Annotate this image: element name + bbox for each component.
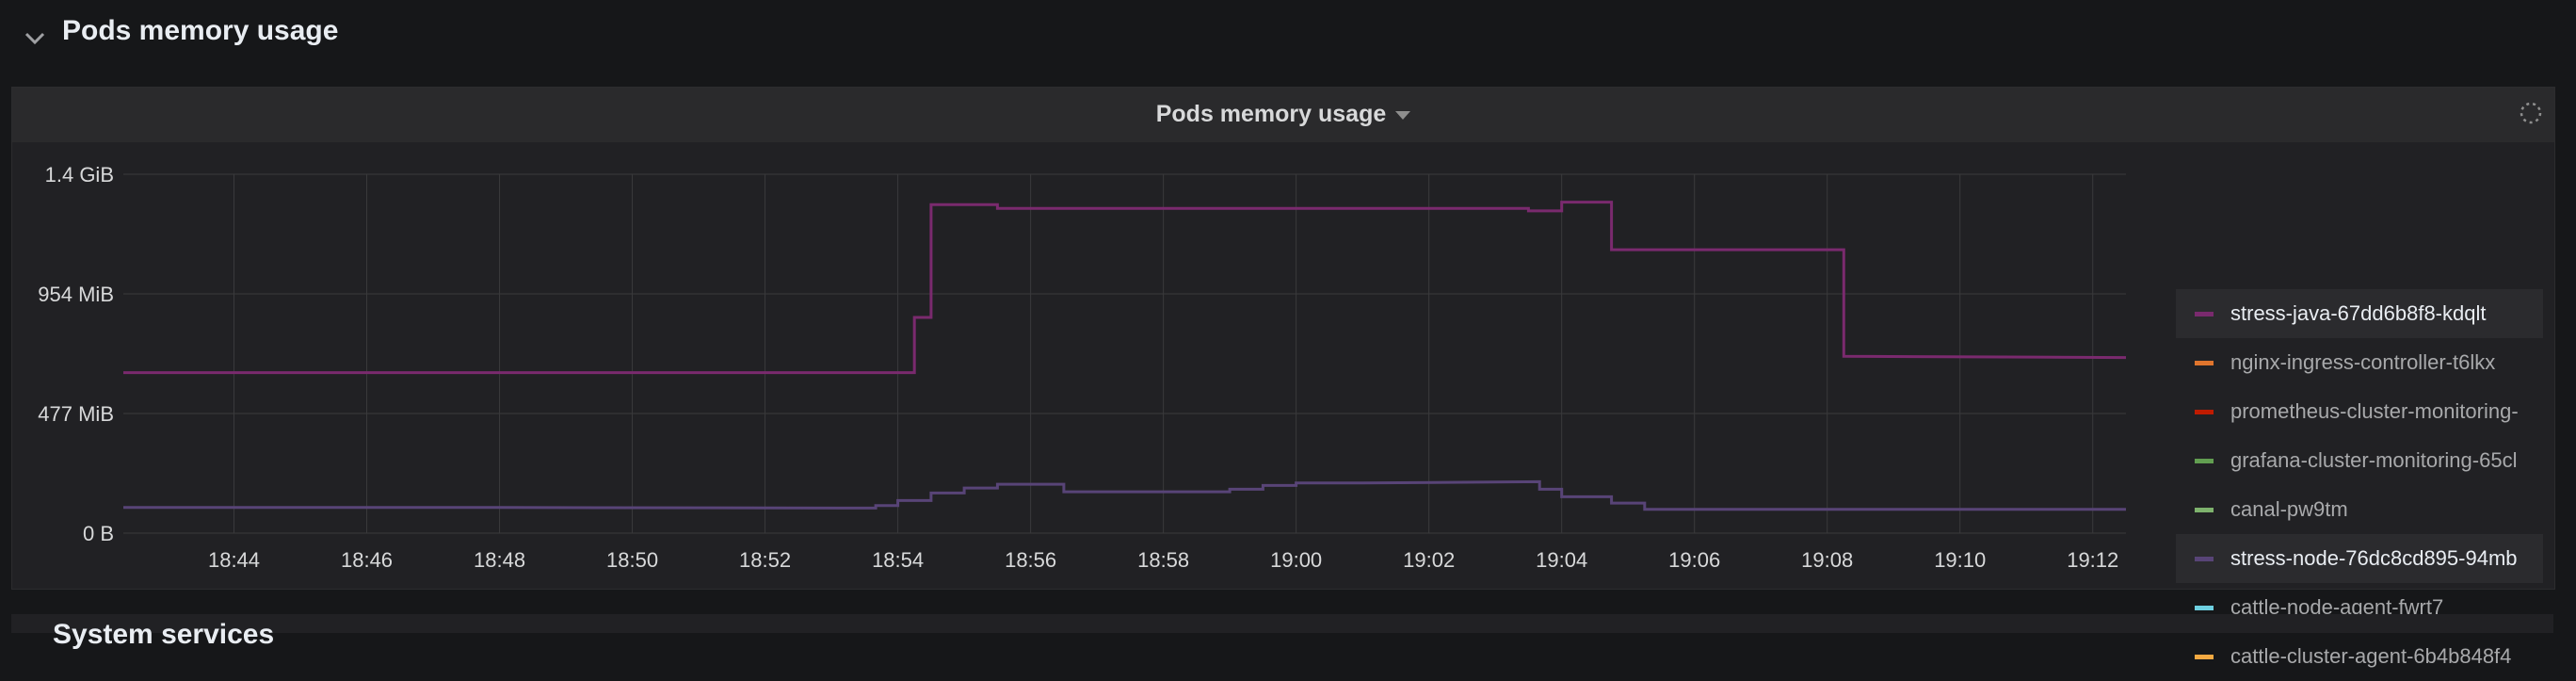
legend-swatch (2195, 311, 2214, 316)
legend-label: nginx-ingress-controller-t6lkx (2230, 350, 2496, 374)
y-tick-label: 477 MiB (38, 402, 114, 426)
chevron-down-icon[interactable] (23, 26, 47, 51)
legend-item[interactable]: stress-node-76dc8cd895-94mb (2176, 534, 2543, 583)
next-row-title[interactable]: System services (53, 619, 274, 651)
x-tick-label: 18:44 (208, 548, 260, 572)
legend-item[interactable]: prometheus-cluster-monitoring- (2176, 387, 2543, 436)
legend-label: cattle-cluster-agent-6b4b848f4 (2230, 644, 2512, 668)
x-tick-label: 19:10 (1934, 548, 1986, 572)
legend-swatch (2195, 409, 2214, 414)
legend-item[interactable]: stress-java-67dd6b8f8-kdqlt (2176, 289, 2543, 338)
y-tick-label: 1.4 GiB (45, 163, 114, 186)
next-row-strip (11, 614, 2553, 633)
loading-spinner-icon (2520, 102, 2542, 124)
x-tick-label: 18:48 (474, 548, 525, 572)
series-line-stress-node-76dc8cd895-94mb (123, 479, 2126, 511)
legend-swatch (2195, 360, 2214, 365)
x-tick-label: 18:56 (1005, 548, 1056, 572)
legend-swatch (2195, 458, 2214, 463)
legend-label: canal-pw9tm (2230, 497, 2348, 521)
x-tick-label: 19:08 (1801, 548, 1853, 572)
legend-item[interactable]: canal-pw9tm (2176, 485, 2543, 534)
x-tick-label: 18:54 (872, 548, 924, 572)
x-tick-label: 19:02 (1403, 548, 1455, 572)
row-header[interactable]: Pods memory usage (0, 0, 2576, 73)
legend-swatch (2195, 654, 2214, 659)
legend-item[interactable]: nginx-ingress-controller-t6lkx (2176, 338, 2543, 387)
memory-line-chart: 0 B 477 MiB 954 MiB 1.4 GiB 18:44 18:46 18:48 1… (38, 163, 2127, 572)
legend-item[interactable]: grafana-cluster-monitoring-65cl (2176, 436, 2543, 485)
y-tick-label: 954 MiB (38, 283, 114, 306)
series-line-stress-java-67dd6b8f8-kdqlt (123, 201, 2127, 375)
legend-label: stress-java-67dd6b8f8-kdqlt (2230, 301, 2487, 325)
x-tick-label: 19:04 (1536, 548, 1587, 572)
legend-label: grafana-cluster-monitoring-65cl (2230, 448, 2518, 472)
x-tick-label: 18:58 (1137, 548, 1189, 572)
legend-item[interactable]: cattle-cluster-agent-6b4b848f4 (2176, 632, 2543, 681)
x-tick-label: 18:50 (606, 548, 658, 572)
legend-label: prometheus-cluster-monitoring- (2230, 399, 2519, 423)
legend-swatch (2195, 556, 2214, 561)
legend-swatch (2195, 507, 2214, 512)
legend-swatch (2195, 605, 2214, 610)
x-tick-label: 19:12 (2067, 548, 2118, 572)
legend-label: stress-node-76dc8cd895-94mb (2230, 546, 2518, 570)
x-tick-label: 18:52 (739, 548, 791, 572)
row-title: Pods memory usage (62, 15, 339, 46)
memory-usage-panel: Pods memory usage 0 B 477 MiB 954 MiB 1.4 G… (11, 87, 2555, 668)
x-tick-label: 19:06 (1668, 548, 1720, 572)
x-tick-label: 18:46 (341, 548, 393, 572)
y-tick-label: 0 B (83, 522, 114, 545)
x-tick-label: 19:00 (1270, 548, 1322, 572)
